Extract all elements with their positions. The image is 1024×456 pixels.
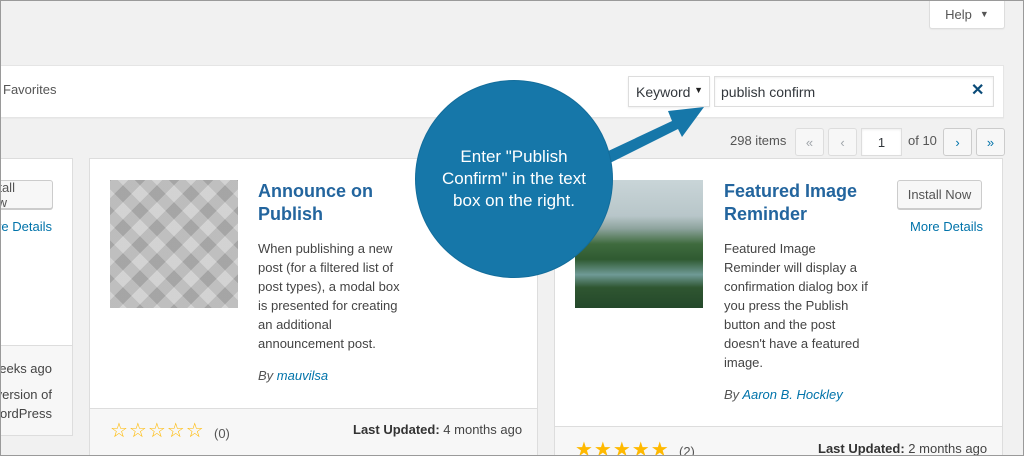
plugin-author-featured-image: By Aaron B. Hockley bbox=[724, 387, 843, 402]
by-prefix: By bbox=[724, 387, 740, 402]
total-pages: of 10 bbox=[908, 133, 937, 148]
plugin-title-featured-image[interactable]: Featured Image Reminder bbox=[724, 180, 874, 226]
by-prefix: By bbox=[258, 368, 274, 383]
last-page-button[interactable]: » bbox=[976, 128, 1005, 156]
last-updated-label: Last Updated: bbox=[818, 441, 905, 456]
last-updated-value: 4 months ago bbox=[443, 422, 523, 437]
callout-arrow-icon bbox=[604, 107, 704, 163]
plugin-description-announce: When publishing a new post (for a filter… bbox=[258, 241, 400, 351]
last-updated-label: Last Updated: bbox=[353, 422, 440, 437]
prev-page-button[interactable]: ‹ bbox=[828, 128, 857, 156]
plugin-description-featured-image: Featured Image Reminder will display a c… bbox=[724, 241, 868, 370]
filter-tab-favorites[interactable]: Favorites bbox=[3, 82, 56, 97]
compat-line-1: version of bbox=[0, 387, 52, 402]
install-now-button-partial[interactable]: Install Now bbox=[0, 179, 53, 210]
items-count: 298 items bbox=[730, 133, 787, 148]
current-page-input[interactable] bbox=[861, 128, 902, 156]
help-label: Help bbox=[945, 6, 972, 22]
more-details-link[interactable]: More Details bbox=[897, 219, 983, 234]
plugin-thumbnail-announce[interactable] bbox=[110, 180, 238, 308]
install-label: Install Now bbox=[0, 179, 15, 210]
callout-text: Enter "Publish Confirm" in the text box … bbox=[442, 147, 586, 210]
install-now-button[interactable]: Install Now bbox=[897, 180, 982, 209]
plugin-title-announce[interactable]: Announce on Publish bbox=[258, 180, 398, 226]
rating-count-featured-image: (2) bbox=[679, 444, 695, 456]
rating-count-announce: (0) bbox=[214, 426, 230, 441]
compat-line-2: ordPress bbox=[0, 406, 52, 421]
callout-bubble: Enter "Publish Confirm" in the text box … bbox=[416, 81, 612, 277]
first-page-button[interactable]: « bbox=[795, 128, 824, 156]
rating-stars-announce: ☆☆☆☆☆ bbox=[110, 420, 205, 442]
last-updated-announce: Last Updated: 4 months ago bbox=[353, 422, 522, 437]
clear-search-icon[interactable]: ✕ bbox=[971, 83, 984, 99]
author-link-announce[interactable]: mauvilsa bbox=[277, 368, 328, 383]
install-label: Install Now bbox=[907, 187, 972, 202]
last-updated-partial: weeks ago bbox=[0, 361, 52, 376]
search-input[interactable] bbox=[714, 76, 994, 107]
last-updated-value: 2 months ago bbox=[908, 441, 988, 456]
author-link-featured-image[interactable]: Aaron B. Hockley bbox=[742, 387, 842, 402]
rating-stars-featured-image: ★★★★★ bbox=[575, 439, 670, 456]
next-page-button[interactable]: › bbox=[943, 128, 972, 156]
plugin-author-announce: By mauvilsa bbox=[258, 368, 328, 383]
more-details-link-partial[interactable]: More Details bbox=[0, 219, 52, 234]
last-updated-featured-image: Last Updated: 2 months ago bbox=[818, 441, 987, 456]
help-button[interactable]: Help ▼ bbox=[929, 0, 1005, 29]
caret-down-icon: ▼ bbox=[979, 9, 989, 19]
